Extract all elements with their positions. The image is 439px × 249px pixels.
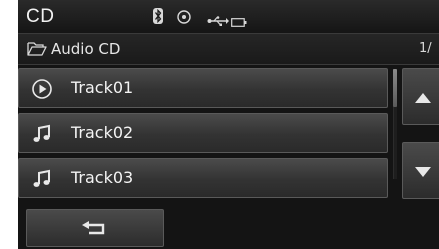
bluetooth-icon	[153, 8, 163, 28]
track-label: Track03	[71, 168, 134, 187]
scroll-up-button[interactable]	[402, 68, 439, 125]
track-label: Track02	[71, 123, 134, 142]
disc-icon	[177, 9, 191, 28]
track-item[interactable]: Track02	[18, 113, 388, 153]
music-note-icon	[31, 168, 53, 194]
usb-icon	[207, 11, 229, 30]
track-item[interactable]: Track01	[18, 68, 388, 108]
arrow-down-icon	[415, 167, 431, 177]
mode-title: CD	[26, 6, 55, 27]
list-header: Audio CD 1/	[18, 33, 439, 65]
page-indicator: 1/	[419, 41, 432, 56]
music-note-icon	[31, 123, 53, 149]
track-label: Track01	[71, 78, 134, 97]
cd-player-screen: CD Audio CD 1/ Track01 Track02 Track03	[18, 0, 439, 249]
header-title: Audio CD	[51, 40, 121, 58]
back-arrow-icon	[82, 221, 105, 235]
scroll-thumb[interactable]	[393, 69, 397, 107]
back-button[interactable]	[26, 209, 164, 247]
play-icon	[31, 78, 53, 104]
scroll-down-button[interactable]	[402, 142, 439, 199]
status-bar: CD	[18, 0, 439, 33]
track-item[interactable]: Track03	[18, 158, 388, 198]
arrow-up-icon	[415, 93, 431, 103]
battery-icon	[231, 12, 247, 31]
folder-icon	[27, 41, 47, 60]
